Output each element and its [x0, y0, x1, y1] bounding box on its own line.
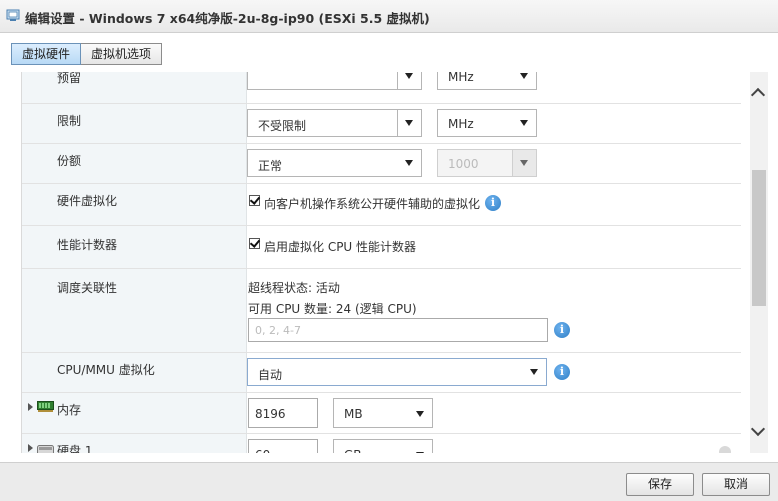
- row-perf-counters: 性能计数器 启用虚拟化 CPU 性能计数器: [22, 226, 741, 269]
- scrollbar-thumb[interactable]: [752, 170, 766, 306]
- dialog-footer: 保存 取消: [0, 462, 778, 501]
- row-sched-affinity: 调度关联性 超线程状态: 活动 可用 CPU 数量: 24 (逻辑 CPU) 0…: [22, 269, 741, 353]
- scroll-down-icon[interactable]: [750, 421, 766, 437]
- hard-disk-icon: [37, 445, 54, 453]
- hard-disk-label: 硬盘 1: [57, 444, 93, 453]
- row-reservation: 预留 MHz: [22, 72, 741, 104]
- reservation-label: 预留: [57, 72, 82, 85]
- save-button[interactable]: 保存: [626, 473, 694, 496]
- disk-unit-select[interactable]: GB: [333, 439, 433, 453]
- expand-disk-toggle[interactable]: [28, 444, 33, 452]
- available-cpu-count: 可用 CPU 数量: 24 (逻辑 CPU): [248, 302, 417, 316]
- chevron-down-icon: [416, 452, 424, 453]
- memory-label: 内存: [57, 403, 82, 417]
- limit-input[interactable]: 不受限制: [247, 109, 422, 137]
- shares-value-input: 1000: [437, 149, 537, 177]
- limit-dropdown-button[interactable]: [397, 110, 421, 136]
- shares-label: 份额: [57, 154, 82, 168]
- limit-unit-select[interactable]: MHz: [437, 109, 537, 137]
- cpu-affinity-input[interactable]: 0, 2, 4-7: [248, 318, 548, 342]
- expand-memory-toggle[interactable]: [28, 403, 33, 411]
- row-limit: 限制 不受限制 MHz: [22, 104, 741, 144]
- row-memory: 内存 8196 MB: [22, 393, 741, 434]
- row-hard-disk-1: 硬盘 1 60 GB: [22, 434, 741, 453]
- reservation-dropdown-button[interactable]: [397, 72, 421, 89]
- tab-bar: 虚拟硬件 虚拟机选项: [11, 43, 163, 65]
- chevron-down-icon: [405, 73, 413, 79]
- row-hw-virtualization: 硬件虚拟化 向客户机操作系统公开硬件辅助的虚拟化 i: [22, 184, 741, 226]
- hyperthreading-status: 超线程状态: 活动: [248, 281, 340, 295]
- info-icon[interactable]: i: [554, 322, 570, 338]
- chevron-down-icon: [405, 160, 413, 166]
- memory-unit-select[interactable]: MB: [333, 398, 433, 428]
- limit-label: 限制: [57, 114, 82, 128]
- sched-affinity-label: 调度关联性: [57, 281, 118, 295]
- cpu-mmu-label: CPU/MMU 虚拟化: [57, 363, 155, 377]
- reservation-input[interactable]: [247, 72, 422, 90]
- shares-select[interactable]: 正常: [247, 149, 422, 177]
- settings-panel: 预留 MHz 限制 不受限制 MHz 份额 正常 1000 硬件虚拟化 向客户机…: [21, 72, 741, 453]
- perf-counters-text: 启用虚拟化 CPU 性能计数器: [264, 240, 417, 254]
- disk-size-input[interactable]: 60: [248, 439, 318, 453]
- row-shares: 份额 正常 1000: [22, 144, 741, 184]
- cancel-button[interactable]: 取消: [702, 473, 770, 496]
- chevron-down-icon: [530, 369, 538, 375]
- memory-icon: [37, 401, 54, 412]
- reservation-unit-select[interactable]: MHz: [437, 72, 537, 90]
- chevron-down-icon: [520, 73, 528, 79]
- tab-virtual-hardware[interactable]: 虚拟硬件: [11, 43, 82, 65]
- scroll-up-icon[interactable]: [750, 87, 766, 103]
- cpu-mmu-select[interactable]: 自动: [247, 358, 547, 386]
- hw-virtualization-label: 硬件虚拟化: [57, 194, 118, 208]
- chevron-down-icon: [520, 160, 528, 166]
- window-title: 编辑设置 - Windows 7 x64纯净版-2u-8g-ip90 (ESXi…: [25, 11, 430, 26]
- hw-virtualization-text: 向客户机操作系统公开硬件辅助的虚拟化: [264, 197, 481, 211]
- remove-device-icon[interactable]: [719, 446, 731, 453]
- memory-size-input[interactable]: 8196: [248, 398, 318, 428]
- info-icon[interactable]: i: [554, 364, 570, 380]
- title-bar: 编辑设置 - Windows 7 x64纯净版-2u-8g-ip90 (ESXi…: [0, 0, 778, 33]
- chevron-down-icon: [416, 411, 424, 417]
- scrollbar[interactable]: [750, 72, 768, 453]
- chevron-down-icon: [405, 120, 413, 126]
- perf-counters-label: 性能计数器: [57, 238, 118, 252]
- chevron-down-icon: [520, 120, 528, 126]
- info-icon[interactable]: i: [485, 195, 501, 211]
- row-cpu-mmu: CPU/MMU 虚拟化 自动 i: [22, 353, 741, 393]
- perf-counters-checkbox[interactable]: [249, 238, 260, 249]
- vm-settings-icon: [6, 9, 20, 21]
- tab-vm-options[interactable]: 虚拟机选项: [81, 43, 163, 65]
- hw-virtualization-checkbox[interactable]: [249, 195, 260, 206]
